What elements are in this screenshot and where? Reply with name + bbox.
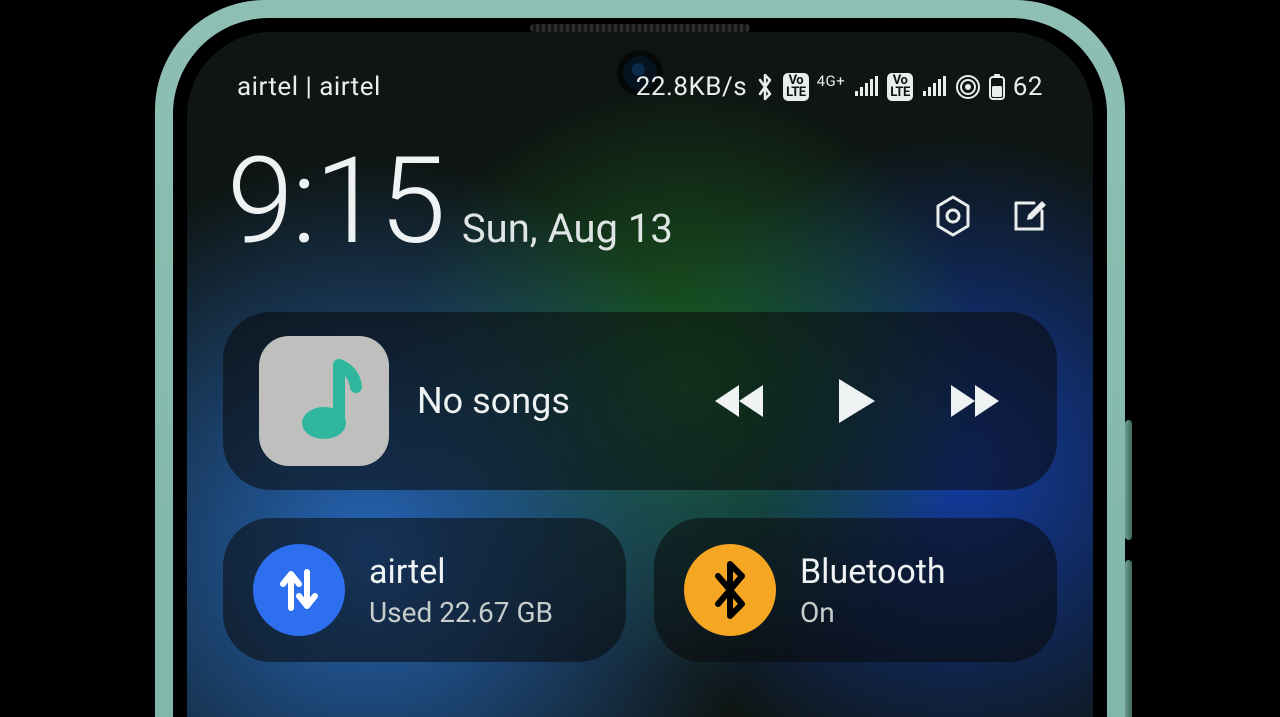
- volte-badge-2: VoLTE: [887, 73, 912, 100]
- network-speed: 22.8KB/s: [636, 72, 747, 102]
- bluetooth-tile-icon: [684, 544, 776, 636]
- clock-time: 9:15: [227, 142, 444, 262]
- mobile-data-subtitle: Used 22.67 GB: [369, 596, 553, 629]
- music-title: No songs: [417, 380, 570, 422]
- mobile-data-icon: [253, 544, 345, 636]
- earpiece: [530, 24, 750, 32]
- signal-icon-2: [921, 76, 947, 98]
- volte-badge-1: VoLTE: [783, 73, 808, 100]
- network-type: 4G+: [817, 72, 846, 90]
- play-button[interactable]: [829, 373, 885, 429]
- clock-date: Sun, Aug 13: [462, 205, 673, 252]
- battery-icon: [989, 74, 1005, 100]
- music-card[interactable]: No songs: [223, 312, 1057, 490]
- mobile-data-title: airtel: [369, 552, 553, 592]
- signal-icon-1: [853, 76, 879, 98]
- album-art: [259, 336, 389, 466]
- screen: airtel | airtel 22.8KB/s VoLTE 4G+ VoLTE: [187, 32, 1093, 717]
- hotspot-icon: [955, 74, 981, 100]
- prev-track-button[interactable]: [713, 373, 769, 429]
- status-bar: airtel | airtel 22.8KB/s VoLTE 4G+ VoLTE: [187, 72, 1093, 102]
- carrier-label: airtel | airtel: [237, 72, 381, 102]
- bluetooth-tile[interactable]: Bluetooth On: [654, 518, 1057, 662]
- bluetooth-subtitle: On: [800, 596, 946, 629]
- bluetooth-title: Bluetooth: [800, 552, 946, 592]
- bluetooth-icon: [755, 73, 775, 101]
- next-track-button[interactable]: [945, 373, 1001, 429]
- phone-frame: airtel | airtel 22.8KB/s VoLTE 4G+ VoLTE: [155, 0, 1125, 717]
- settings-button[interactable]: [929, 192, 977, 240]
- mobile-data-tile[interactable]: airtel Used 22.67 GB: [223, 518, 626, 662]
- edit-button[interactable]: [1005, 192, 1053, 240]
- panel-header: 9:15 Sun, Aug 13: [227, 142, 1053, 262]
- power-button[interactable]: [1125, 560, 1132, 717]
- volume-button[interactable]: [1125, 420, 1132, 540]
- battery-percent: 62: [1013, 72, 1043, 102]
